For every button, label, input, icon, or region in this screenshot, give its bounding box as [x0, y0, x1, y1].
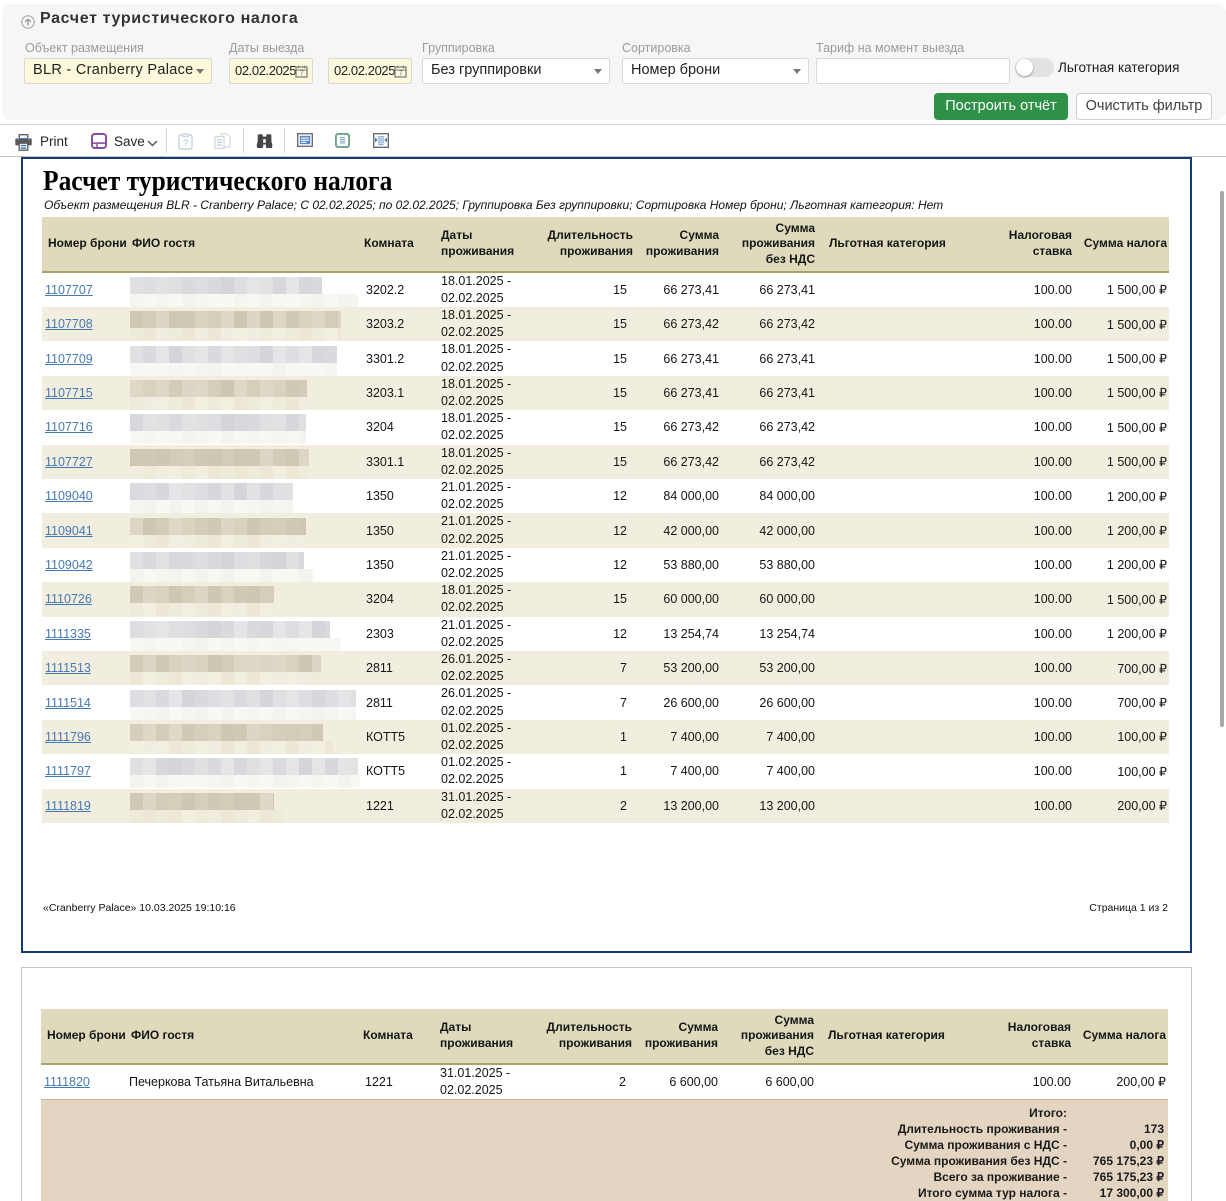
svg-text:7: 7 [399, 71, 403, 78]
svg-text:?: ? [183, 138, 188, 149]
svg-text:7: 7 [300, 71, 304, 78]
